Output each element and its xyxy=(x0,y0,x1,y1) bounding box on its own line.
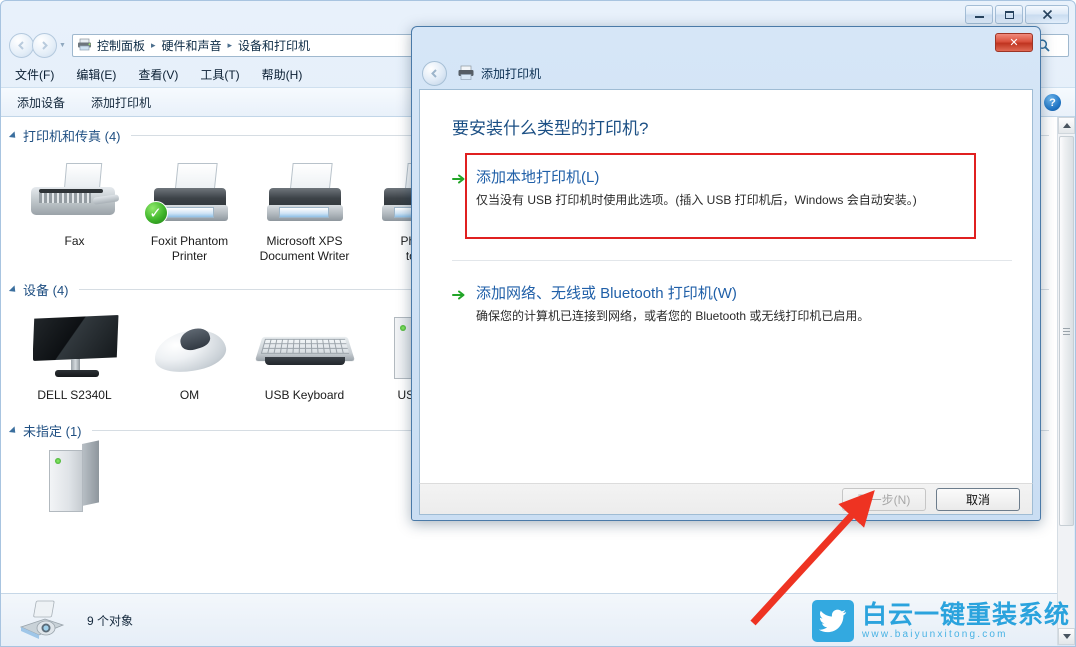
breadcrumb-separator-icon: ▸ xyxy=(227,39,233,50)
list-item-label: DELL S2340L xyxy=(37,388,112,402)
list-item-label: USB Keyboard xyxy=(264,388,345,402)
option-description: 确保您的计算机已连接到网络，或者您的 Bluetooth 或无线打印机已启用。 xyxy=(476,309,870,323)
menu-item-file[interactable]: 文件(F) xyxy=(15,66,54,83)
close-button[interactable] xyxy=(1025,5,1069,24)
group-title: 打印机和传真 (4) xyxy=(23,129,121,144)
arrow-left-icon xyxy=(18,40,24,50)
default-printer-check-icon: ✓ xyxy=(143,201,168,225)
next-button[interactable]: 下一步(N) xyxy=(842,487,926,511)
dialog-close-button[interactable]: ✕ xyxy=(995,33,1033,52)
option-title: 添加网络、无线或 Bluetooth 打印机(W) xyxy=(476,285,737,302)
list-item[interactable]: Microsoft XPS Document Writer xyxy=(247,153,362,264)
cancel-button[interactable]: 取消 xyxy=(936,487,1020,511)
dialog-back-button[interactable] xyxy=(422,60,447,86)
list-item-label: Foxit Phantom Printer xyxy=(150,234,229,263)
divider xyxy=(452,260,1012,261)
group-title: 未指定 (1) xyxy=(23,424,82,439)
minimize-icon xyxy=(974,16,984,18)
back-button[interactable] xyxy=(9,32,34,58)
add-printer-button[interactable]: 添加打印机 xyxy=(91,94,151,111)
help-icon[interactable]: ? xyxy=(1044,94,1061,111)
list-item[interactable]: OM xyxy=(132,307,247,403)
breadcrumb-item-2[interactable]: 设备和打印机 xyxy=(238,37,310,54)
devices-printers-icon xyxy=(77,38,93,52)
scroll-up-button[interactable] xyxy=(1058,117,1075,134)
dialog-title: 添加打印机 xyxy=(481,66,542,81)
maximize-icon xyxy=(1004,10,1014,19)
list-item[interactable]: ✓ Foxit Phantom Printer xyxy=(132,153,247,264)
menu-item-view[interactable]: 查看(V) xyxy=(138,66,178,83)
menu-item-help[interactable]: 帮助(H) xyxy=(262,66,303,83)
arrow-up-icon xyxy=(1062,123,1071,128)
printer-scanner-icon xyxy=(11,597,73,643)
fax-icon xyxy=(23,153,127,231)
option-add-local-printer[interactable]: 添加本地打印机(L) 仅当没有 USB 打印机时使用此选项。(插入 USB 打印… xyxy=(420,159,1032,218)
grip-icon xyxy=(1063,327,1070,335)
window-controls xyxy=(965,5,1069,24)
scrollbar-thumb[interactable] xyxy=(1059,136,1074,526)
watermark-texts: 白云一键重装系统 www.baiyunxitong.com xyxy=(862,601,1070,641)
keyboard-icon xyxy=(253,307,357,385)
add-device-button[interactable]: 添加设备 xyxy=(17,94,65,111)
list-item-label: Fax xyxy=(64,234,85,248)
options-list: 添加本地打印机(L) 仅当没有 USB 打印机时使用此选项。(插入 USB 打印… xyxy=(420,153,1032,239)
printer-icon: ✓ xyxy=(138,153,242,231)
list-item-label: OM xyxy=(179,388,200,402)
arrow-right-icon xyxy=(42,40,48,50)
list-item-label: Microsoft XPS Document Writer xyxy=(259,234,350,263)
green-arrow-icon xyxy=(452,171,468,187)
monitor-icon xyxy=(23,307,127,385)
status-text: 9 个对象 xyxy=(87,613,134,628)
option-add-network-printer[interactable]: 添加网络、无线或 Bluetooth 打印机(W) 确保您的计算机已连接到网络，… xyxy=(420,275,1032,334)
page-title: 要安装什么类型的打印机? xyxy=(452,119,649,138)
watermark: 白云一键重装系统 www.baiyunxitong.com xyxy=(812,598,1070,644)
breadcrumb-item-0[interactable]: 控制面板 xyxy=(97,37,145,54)
list-item[interactable]: DELL S2340L xyxy=(17,307,132,403)
maximize-button[interactable] xyxy=(995,5,1023,24)
group-title: 设备 (4) xyxy=(23,283,69,298)
list-item[interactable] xyxy=(17,440,132,517)
dialog-body: 要安装什么类型的打印机? 添加本地打印机(L) 仅当没有 USB 打印机时使用此… xyxy=(419,89,1033,483)
menu-item-edit[interactable]: 编辑(E) xyxy=(76,66,116,83)
vertical-scrollbar[interactable] xyxy=(1057,117,1075,645)
mouse-icon xyxy=(138,307,242,385)
printer-icon xyxy=(253,153,357,231)
twitter-bird-icon xyxy=(812,600,854,642)
close-icon xyxy=(1042,9,1052,20)
green-arrow-icon xyxy=(452,287,468,303)
collapse-triangle-icon[interactable] xyxy=(8,284,19,295)
forward-button[interactable] xyxy=(32,32,57,58)
menu-item-tools[interactable]: 工具(T) xyxy=(200,66,239,83)
option-description: 仅当没有 USB 打印机时使用此选项。(插入 USB 打印机后，Windows … xyxy=(476,193,917,207)
arrow-left-icon xyxy=(431,68,437,78)
collapse-triangle-icon[interactable] xyxy=(8,130,19,141)
list-item[interactable]: USB Keyboard xyxy=(247,307,362,403)
recent-pages-chevron-icon[interactable]: ▼ xyxy=(59,42,66,49)
dialog-nav-row: 添加打印机 xyxy=(412,57,1040,89)
window-titlebar xyxy=(1,1,1075,29)
printer-icon xyxy=(457,65,475,81)
list-item[interactable]: Fax xyxy=(17,153,132,264)
watermark-brand: 白云一键重装系统 xyxy=(862,600,1071,629)
screen: ▼ 控制面板 ▸ 硬件和声音 ▸ 设备和打印机 文件(F) 编辑(E) 查看(V… xyxy=(0,0,1076,647)
dialog-footer: 下一步(N) 取消 xyxy=(419,483,1033,515)
minimize-button[interactable] xyxy=(965,5,993,24)
breadcrumb-item-1[interactable]: 硬件和声音 xyxy=(161,37,221,54)
navigation-buttons: ▼ xyxy=(9,32,66,58)
collapse-triangle-icon[interactable] xyxy=(8,425,19,436)
add-printer-dialog: ✕ 添加打印机 要安装什么类型的打印机? 添加本地打印机(L) 仅当没有 USB… xyxy=(411,26,1041,521)
breadcrumb-separator-icon: ▸ xyxy=(150,39,156,50)
dialog-titlebar: ✕ xyxy=(412,27,1040,61)
tower-icon xyxy=(23,440,127,514)
option-title: 添加本地打印机(L) xyxy=(476,169,600,186)
watermark-url: www.baiyunxitong.com xyxy=(862,629,1008,640)
